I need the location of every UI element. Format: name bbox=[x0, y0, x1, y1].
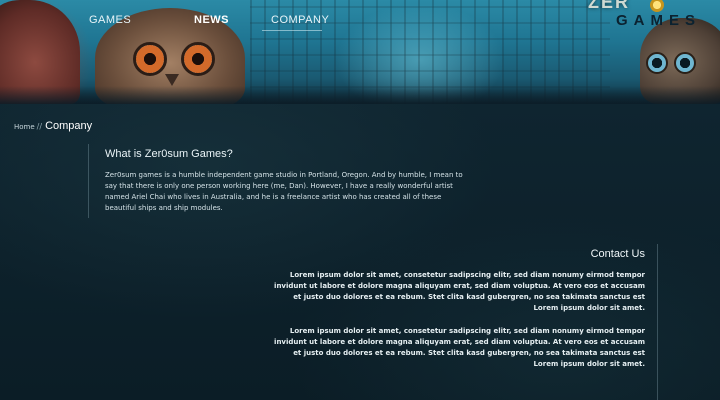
logo-bottom-text: GAMES bbox=[616, 12, 702, 29]
contact-paragraph-1: Lorem ipsum dolor sit amet, consetetur s… bbox=[274, 271, 645, 312]
owl-eye-right bbox=[181, 42, 215, 76]
nav-item-news[interactable]: NEWS bbox=[194, 14, 229, 26]
goggle-left bbox=[646, 52, 668, 74]
owl-beak bbox=[165, 74, 179, 86]
contact-section: Contact Us Lorem ipsum dolor sit amet, c… bbox=[270, 244, 658, 400]
about-section: What is Zer0sum Games? Zer0sum games is … bbox=[88, 144, 468, 218]
goggle-right bbox=[674, 52, 696, 74]
breadcrumb-home-link[interactable]: Home bbox=[14, 123, 35, 131]
breadcrumb-separator: // bbox=[36, 122, 43, 131]
owl-eye-left bbox=[133, 42, 167, 76]
logo-coin-icon bbox=[650, 0, 664, 12]
banner-shade bbox=[0, 86, 720, 104]
site-logo[interactable]: ZER GAMES bbox=[588, 0, 718, 38]
about-title: What is Zer0sum Games? bbox=[105, 148, 233, 160]
breadcrumb: Home // Company bbox=[14, 120, 92, 132]
nav-item-games[interactable]: GAMES bbox=[89, 14, 131, 26]
main-nav: GAMES NEWS COMPANY ZER GAMES bbox=[0, 0, 720, 34]
breadcrumb-current: Company bbox=[45, 120, 93, 132]
about-body: Zer0sum games is a humble independent ga… bbox=[105, 171, 463, 212]
contact-paragraph-2: Lorem ipsum dolor sit amet, consetetur s… bbox=[274, 327, 645, 368]
contact-title: Contact Us bbox=[590, 248, 645, 260]
nav-underline bbox=[262, 30, 322, 31]
main-content: Home // Company What is Zer0sum Games? Z… bbox=[0, 104, 720, 400]
nav-item-company[interactable]: COMPANY bbox=[271, 14, 329, 26]
